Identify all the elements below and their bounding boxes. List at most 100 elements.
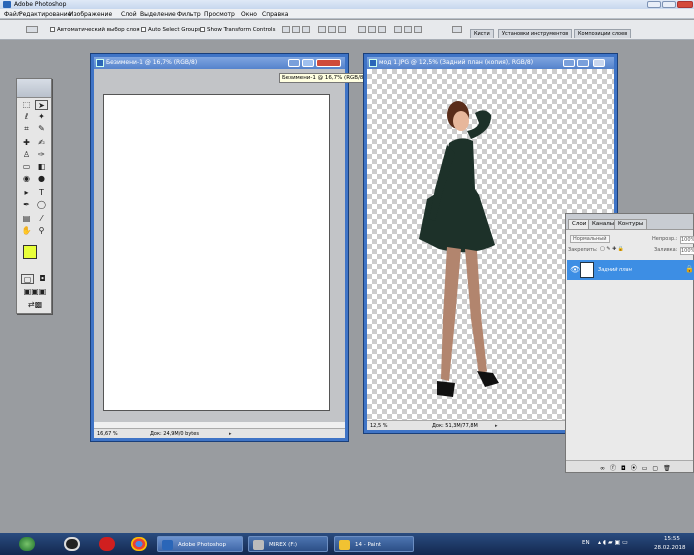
app-pin-icon[interactable] [64,537,80,551]
foreground-color-swatch[interactable] [23,245,37,259]
zoom-level[interactable]: 12,5 % [370,423,387,429]
document-window-untitled[interactable]: Безимени-1 @ 16,7% (RGB/8) 16,67 % Док: … [91,54,348,441]
lasso-tool-icon[interactable]: ℓ [20,112,33,122]
auto-select-checkbox[interactable] [50,27,55,32]
doc-close-button[interactable] [316,59,341,67]
marquee-tool-icon[interactable]: ⬚ [20,100,33,110]
align-vcenter-icon[interactable] [292,26,300,33]
blend-mode-select[interactable]: Нормальный [570,235,610,243]
tray-icons[interactable]: ▴ ◖ ▰ ▣ ▭ [598,539,628,546]
taskbar-paint[interactable]: 14 - Paint [334,536,414,552]
clock-time[interactable]: 15:55 [664,536,680,542]
standard-mode-icon[interactable]: ▢ [21,274,34,284]
minimize-button[interactable] [647,1,661,8]
align-hcenter-icon[interactable] [328,26,336,33]
doc-minimize-button[interactable] [288,59,300,67]
zoom-tool-icon[interactable]: ⚲ [35,226,48,236]
pen-tool-icon[interactable]: ✒ [20,200,33,210]
menu-view[interactable]: Просмотр [204,11,235,18]
palette-tab-brushes[interactable]: Кисти [470,29,494,38]
dodge-tool-icon[interactable]: ● [35,174,48,184]
slice-tool-icon[interactable]: ✎ [35,124,48,134]
visibility-eye-icon[interactable]: 👁 [570,265,580,274]
distribute-left-icon[interactable] [394,26,402,33]
toolbox-header[interactable] [17,79,51,98]
blur-tool-icon[interactable]: ◉ [20,174,33,184]
brush-tool-icon[interactable]: ✍ [35,138,48,148]
layer-action-icons[interactable]: ∞ⓕ◘⦿▭▢🗑 [600,463,676,472]
path-select-tool-icon[interactable]: ▸ [20,188,33,198]
distribute-top-icon[interactable] [358,26,366,33]
tab-layers[interactable]: Слои [568,219,591,229]
hand-tool-icon[interactable]: ✋ [20,226,33,236]
white-canvas[interactable] [103,94,330,411]
close-button[interactable] [677,1,693,8]
align-left-icon[interactable] [318,26,326,33]
healing-tool-icon[interactable]: ✚ [20,138,33,148]
type-tool-icon[interactable]: T [35,188,48,198]
menu-window[interactable]: Окно [241,11,257,18]
lock-icons[interactable]: ▢ ✎ ✚ 🔒 [600,246,624,252]
auto-select-groups-checkbox[interactable] [141,27,146,32]
doc-minimize-button[interactable] [563,59,575,67]
doc-maximize-button[interactable] [577,59,589,67]
screen-mode-icons[interactable]: ▣▣▣ [20,287,50,297]
tab-paths[interactable]: Контуры [614,219,648,229]
status-menu-arrow-icon[interactable]: ▸ [229,431,232,437]
magic-wand-tool-icon[interactable]: ✦ [35,112,48,122]
crop-tool-icon[interactable]: ⌗ [20,124,33,134]
eraser-tool-icon[interactable]: ▭ [20,162,33,172]
restore-button[interactable] [662,1,676,8]
move-tool-icon[interactable]: ➤ [35,100,48,110]
document-title-bar[interactable]: мод 1.JPG @ 12,5% (Задний план (копия), … [367,57,614,69]
palette-tab-layer-comps[interactable]: Композиции слоев [574,29,632,38]
menu-layer[interactable]: Слой [121,11,137,18]
app-title-bar: Adobe Photoshop [0,0,694,9]
chrome-icon[interactable] [131,537,147,551]
doc-size-info: Док: 24,9M/0 bytes [150,431,199,437]
status-menu-arrow-icon[interactable]: ▸ [495,423,498,429]
distribute-vcenter-icon[interactable] [368,26,376,33]
distribute-hcenter-icon[interactable] [404,26,412,33]
menu-help[interactable]: Справка [262,11,288,18]
distribute-bottom-icon[interactable] [378,26,386,33]
shape-tool-icon[interactable]: ◯ [35,200,48,210]
eyedropper-tool-icon[interactable]: ⁄ [35,214,48,224]
document-title-bar[interactable]: Безимени-1 @ 16,7% (RGB/8) [94,57,345,69]
gradient-tool-icon[interactable]: ◧ [35,162,48,172]
opera-icon[interactable] [99,537,115,551]
language-indicator[interactable]: EN [582,540,590,546]
opacity-input[interactable]: 100% [680,236,694,244]
start-button-icon[interactable] [19,537,35,551]
notes-tool-icon[interactable]: ▤ [20,214,33,224]
lock-label: Закрепить: [568,247,598,253]
stamp-tool-icon[interactable]: ♙ [20,150,33,160]
zoom-level[interactable]: 16,67 % [97,431,118,437]
jump-to-imageready-icon[interactable]: ⇄▩ [20,300,50,310]
doc-close-button[interactable] [593,59,605,67]
layer-row-background[interactable]: 👁 Задний план 🔒 [567,260,694,280]
move-tool-preset-icon[interactable] [26,26,38,33]
clock-date[interactable]: 28.02.2018 [654,545,686,551]
show-transform-label: Show Transform Controls [207,27,276,33]
align-right-icon[interactable] [338,26,346,33]
align-bottom-icon[interactable] [302,26,310,33]
doc-maximize-button[interactable] [302,59,314,67]
distribute-right-icon[interactable] [414,26,422,33]
options-bar: Автоматический выбор слоя Auto Select Gr… [0,20,694,40]
fill-input[interactable]: 100% [680,247,694,255]
taskbar-photoshop[interactable]: Adobe Photoshop [157,536,243,552]
history-brush-tool-icon[interactable]: ✑ [35,150,48,160]
taskbar-mirex[interactable]: MIREX (F:) [248,536,328,552]
show-transform-checkbox[interactable] [200,27,205,32]
taskbar-mirex-label: MIREX (F:) [269,542,298,548]
menu-select[interactable]: Выделение [140,11,176,18]
menu-image[interactable]: Изображение [69,11,112,18]
palette-well-icon[interactable] [452,26,462,33]
menu-filter[interactable]: Фильтр [177,11,201,18]
menu-edit[interactable]: Редактирование [19,11,71,18]
document-title: мод 1.JPG @ 12,5% (Задний план (копия), … [379,59,534,66]
align-top-icon[interactable] [282,26,290,33]
quick-mask-icon[interactable]: ◘ [36,274,49,284]
palette-tab-tool-presets[interactable]: Установки инструментов [498,29,573,38]
